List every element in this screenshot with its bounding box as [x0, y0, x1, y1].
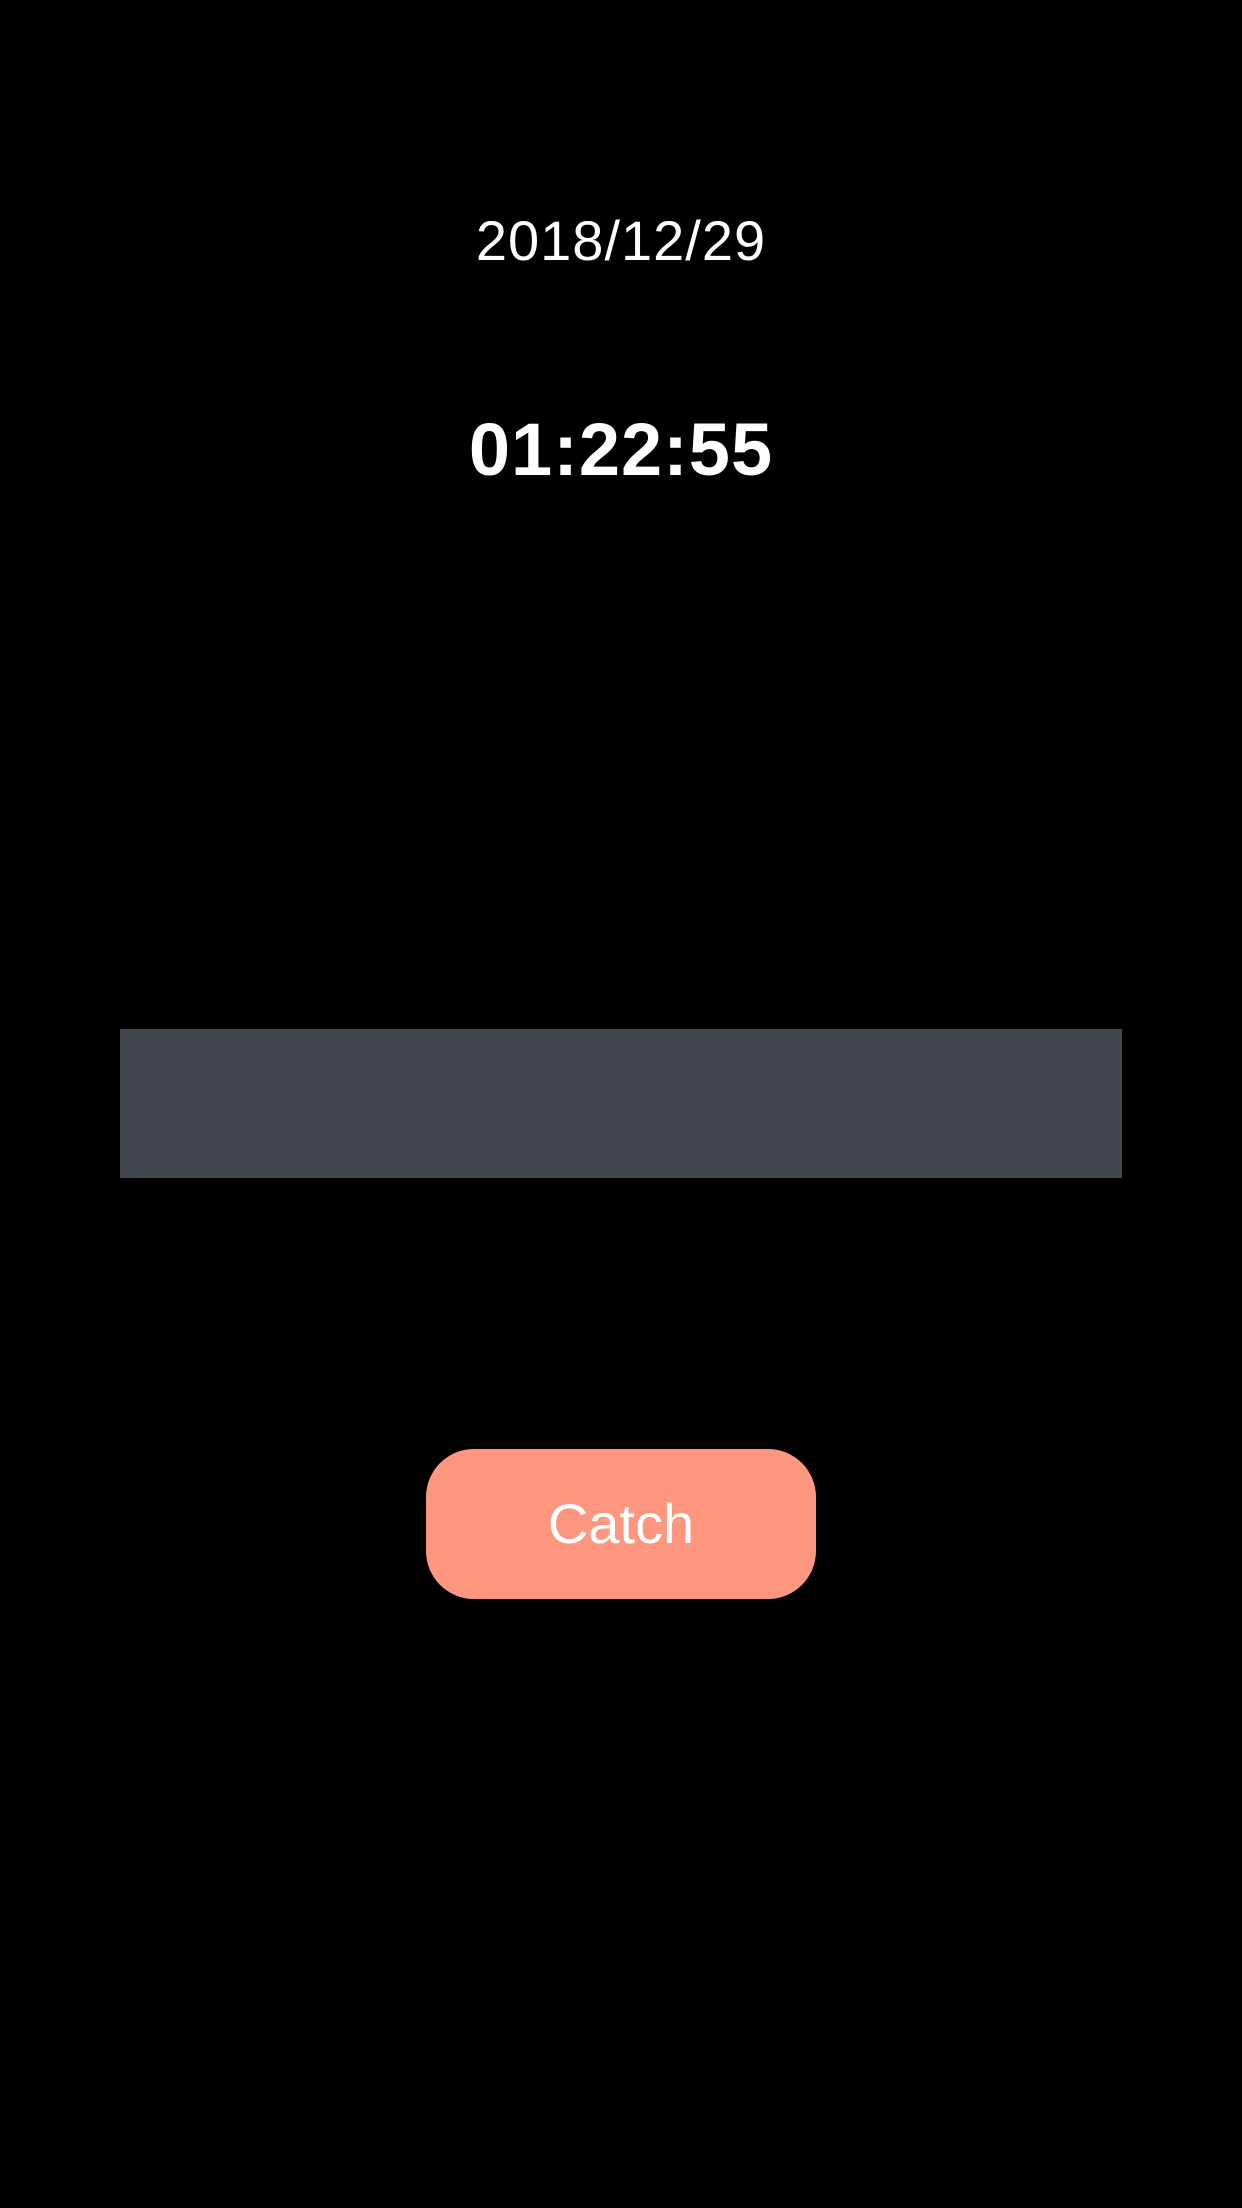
date-label: 2018/12/29 [475, 209, 767, 272]
status-bar [120, 1029, 1122, 1178]
catch-button[interactable]: Catch [426, 1449, 816, 1599]
time-label: 01:22:55 [468, 408, 774, 491]
